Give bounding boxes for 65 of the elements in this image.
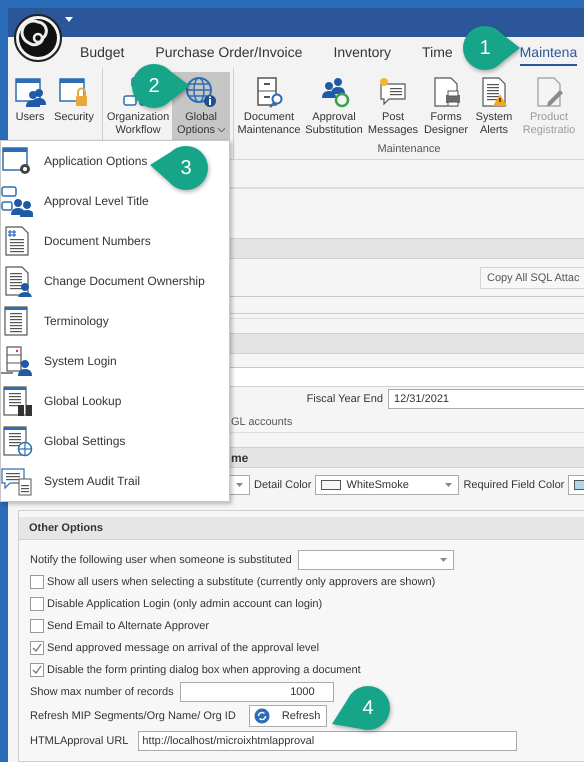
caret-icon: [445, 483, 452, 487]
menu-item[interactable]: Change Document Ownership: [1, 261, 205, 301]
menu-item[interactable]: System Audit Trail: [1, 461, 140, 501]
refresh-button[interactable]: Refresh: [248, 704, 327, 726]
color-dropdown[interactable]: WhiteSmoke: [315, 475, 460, 495]
menu-item[interactable]: Application Options: [1, 141, 148, 181]
color-dropdown[interactable]: [230, 475, 250, 495]
step-callout-tooltip: 1: [462, 26, 520, 72]
caret-icon: [440, 558, 447, 562]
group-label: Maintenance: [376, 142, 442, 157]
users-window-icon: [14, 76, 46, 108]
section-title: Other Options: [29, 522, 103, 534]
checkbox-label: Disable the form printing dialog box when approving a document: [47, 664, 361, 676]
field-label: Fiscal Year End: [306, 393, 383, 405]
checkbox[interactable]: [30, 575, 44, 589]
ribbon-tab[interactable]: Budget: [80, 40, 124, 66]
menu-item[interactable]: System Login: [1, 341, 117, 381]
globe-icon: [185, 76, 217, 108]
caret-icon: [65, 17, 73, 22]
checkbox-label: Disable Application Login (only admin account can login): [47, 598, 322, 610]
field-label: Detail Color: [254, 479, 312, 491]
field-label: Refresh MIP Segments/Org Name/ Org ID: [30, 710, 236, 722]
field-label: Required Field Color: [463, 479, 564, 491]
ribbon-button[interactable]: Security: [49, 72, 99, 140]
copy-button[interactable]: Copy All SQL Attac: [480, 266, 584, 288]
field-label: Show max number of records: [30, 686, 174, 698]
user-dropdown[interactable]: [298, 550, 454, 570]
ribbon-button[interactable]: System Alerts: [473, 72, 515, 140]
menu-item[interactable]: Global Settings: [1, 421, 126, 461]
checkbox[interactable]: [30, 641, 44, 655]
ribbon-button[interactable]: Users: [13, 72, 47, 140]
menu-item[interactable]: Global Lookup: [1, 381, 122, 421]
section-title: me: [231, 450, 248, 464]
color-dropdown[interactable]: [568, 475, 584, 495]
date-field[interactable]: 12/31/2021: [388, 389, 584, 409]
ribbon-button[interactable]: Global Options: [172, 72, 230, 140]
ribbon-button[interactable]: Approval Substitution: [303, 72, 365, 140]
checkbox[interactable]: [30, 663, 44, 677]
ribbon-button[interactable]: Forms Designer: [421, 72, 471, 140]
checkbox[interactable]: [30, 619, 44, 633]
step-callout-tooltip: 2: [131, 62, 190, 110]
note-text: GL accounts: [230, 416, 292, 428]
step-callout-tooltip: 4: [332, 684, 391, 732]
checkbox-label: Show all users when selecting a substitute (currently only approvers are shown): [47, 576, 436, 588]
ribbon-tab[interactable]: Inventory: [333, 40, 392, 66]
field-label: Notify the following user when someone is substituted: [30, 554, 292, 566]
number-field[interactable]: 1000: [180, 682, 334, 702]
ribbon-tab[interactable]: Time: [422, 40, 453, 66]
caret-icon: [236, 483, 243, 487]
menu-item[interactable]: Document Numbers: [1, 221, 151, 261]
step-callout-tooltip: 3: [150, 144, 209, 192]
caret-icon: [218, 128, 225, 132]
checkbox-label: Send Email to Alternate Approver: [47, 620, 210, 632]
text-field[interactable]: [230, 368, 584, 387]
field-label: HTMLApproval URL: [30, 734, 128, 746]
menu-item[interactable]: Approval Level Title: [1, 181, 149, 221]
ribbon-button[interactable]: Post Messages: [367, 72, 419, 140]
ribbon-tab[interactable]: Maintena: [520, 40, 578, 66]
ribbon-button[interactable]: Document Maintenance: [237, 72, 301, 140]
checkbox[interactable]: [30, 597, 44, 611]
checkbox-label: Send approved message on arrival of the approval level: [47, 642, 320, 654]
refresh-icon: [254, 708, 270, 724]
menu-item[interactable]: Terminology: [1, 301, 109, 341]
window-lock-icon: [58, 76, 90, 108]
url-field[interactable]: http://localhost/microixhtmlapproval: [138, 730, 518, 750]
